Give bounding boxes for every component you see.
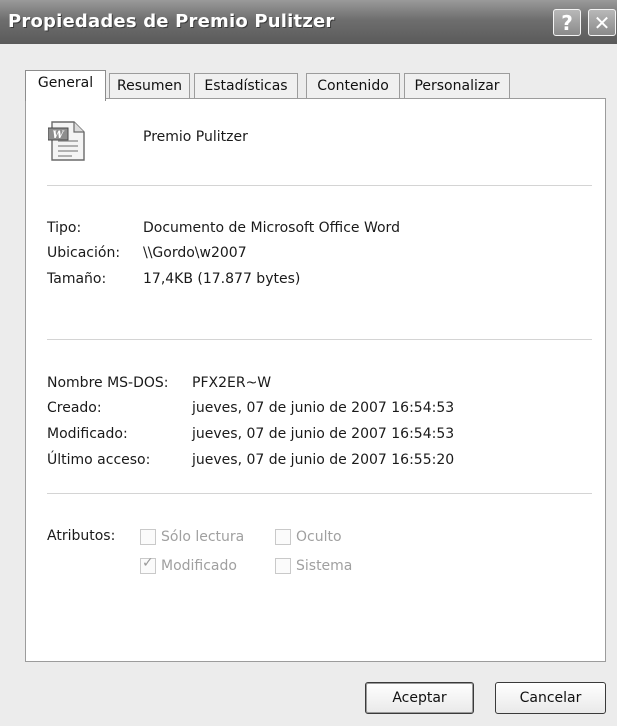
close-button[interactable]: ✕: [588, 9, 616, 36]
title-bar[interactable]: Propiedades de Premio Pulitzer ? ✕: [0, 0, 617, 44]
divider: [47, 339, 592, 340]
type-label: Tipo:: [47, 220, 82, 236]
svg-text:W: W: [52, 130, 65, 141]
readonly-checkbox[interactable]: [140, 529, 156, 545]
tab-personalizar[interactable]: Personalizar: [404, 73, 510, 99]
help-button[interactable]: ?: [553, 9, 581, 36]
created-value: jueves, 07 de junio de 2007 16:54:53: [192, 400, 455, 416]
type-value: Documento de Microsoft Office Word: [143, 220, 400, 236]
accessed-value: jueves, 07 de junio de 2007 16:55:20: [192, 452, 455, 468]
divider: [47, 493, 592, 494]
close-icon: ✕: [593, 11, 611, 35]
question-icon: ?: [561, 11, 573, 35]
attributes-label: Atributos:: [47, 528, 116, 544]
tab-panel-general: W Premio Pulitzer Tipo: Documento de Mic…: [25, 98, 606, 662]
cancel-button[interactable]: Cancelar: [495, 682, 606, 714]
tab-resumen[interactable]: Resumen: [109, 73, 190, 99]
msdos-name-label: Nombre MS-DOS:: [47, 375, 169, 391]
modified-checkbox[interactable]: ✓: [140, 555, 156, 574]
modified-value: jueves, 07 de junio de 2007 16:54:53: [192, 426, 455, 442]
created-label: Creado:: [47, 400, 102, 416]
tab-general[interactable]: General: [25, 70, 106, 101]
accessed-label: Último acceso:: [47, 452, 151, 468]
system-checkbox-label: Sistema: [296, 558, 353, 574]
location-label: Ubicación:: [47, 245, 121, 261]
file-name: Premio Pulitzer: [143, 129, 248, 145]
properties-dialog: Propiedades de Premio Pulitzer ? ✕ Gener…: [0, 0, 617, 726]
location-value: \\Gordo\w2007: [143, 245, 247, 261]
tab-contenido[interactable]: Contenido: [306, 73, 400, 99]
divider: [47, 185, 592, 186]
hidden-checkbox-label: Oculto: [296, 529, 342, 545]
modified-checkbox-label: Modificado: [161, 558, 237, 574]
checkmark-icon: ✓: [142, 555, 154, 571]
hidden-checkbox[interactable]: [275, 529, 291, 545]
ok-button[interactable]: Aceptar: [365, 682, 474, 714]
word-document-icon: W: [48, 121, 85, 161]
system-checkbox[interactable]: [275, 558, 291, 574]
window-title: Propiedades de Premio Pulitzer: [8, 11, 335, 32]
readonly-checkbox-label: Sólo lectura: [161, 529, 245, 545]
size-value: 17,4KB (17.877 bytes): [143, 271, 301, 287]
tab-estadisticas[interactable]: Estadísticas: [194, 73, 298, 99]
msdos-name-value: PFX2ER~W: [192, 375, 272, 391]
modified-label: Modificado:: [47, 426, 128, 442]
size-label: Tamaño:: [47, 271, 107, 287]
